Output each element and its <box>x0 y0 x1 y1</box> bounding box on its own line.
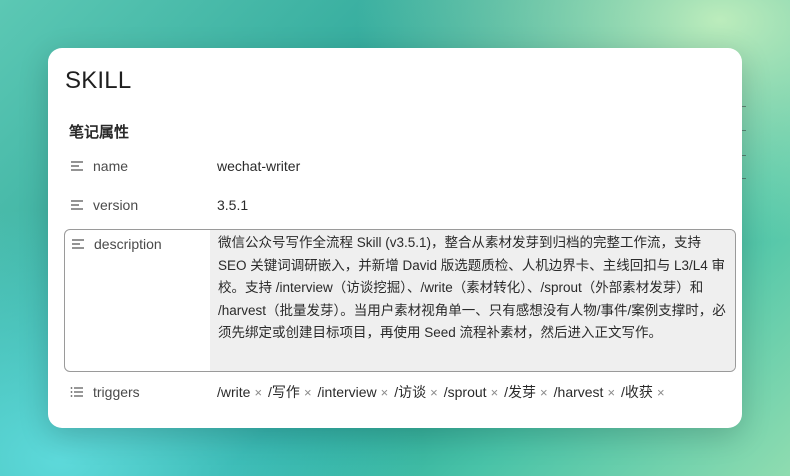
trigger-tag[interactable]: /收获 × <box>621 382 664 402</box>
text-lines-icon <box>72 239 84 249</box>
tag-label: /harvest <box>553 384 604 400</box>
property-key-label: version <box>93 197 139 213</box>
property-key-label: name <box>93 158 129 174</box>
tag-label: /发芽 <box>504 384 537 400</box>
property-row-description: description 微信公众号写作全流程 Skill (v3.5.1)，整合… <box>64 229 736 372</box>
tag-label: /写作 <box>268 384 300 400</box>
tag-label: /interview <box>317 384 377 400</box>
property-key-triggers[interactable]: triggers <box>64 380 210 404</box>
trigger-tag[interactable]: /write × <box>217 384 262 400</box>
note-properties-panel: SKILL 笔记属性 name wechat-writer version 3.… <box>48 48 742 428</box>
tag-label: /sprout <box>443 384 487 400</box>
remove-tag-icon[interactable]: × <box>657 386 665 399</box>
remove-tag-icon[interactable]: × <box>304 386 312 399</box>
tag-label: /收获 <box>621 384 653 400</box>
text-lines-icon <box>71 161 83 171</box>
trigger-tag[interactable]: /访谈 × <box>394 382 437 402</box>
text-lines-icon <box>71 200 83 210</box>
tag-label: /write <box>217 384 251 400</box>
remove-tag-icon[interactable]: × <box>430 386 438 399</box>
remove-tag-icon[interactable]: × <box>254 386 262 399</box>
property-value-name[interactable]: wechat-writer <box>217 154 300 178</box>
property-key-version[interactable]: version <box>64 193 210 217</box>
property-key-label: triggers <box>93 384 140 400</box>
properties-heading: 笔记属性 <box>69 124 130 141</box>
property-key-description[interactable]: description <box>65 232 211 256</box>
trigger-tag-list: /write × /写作 × /interview × /访谈 × /sprou… <box>217 380 671 404</box>
remove-tag-icon[interactable]: × <box>491 386 499 399</box>
property-value-description[interactable]: 微信公众号写作全流程 Skill (v3.5.1)，整合从素材发芽到归档的完整工… <box>210 230 735 371</box>
tag-label: /访谈 <box>394 384 427 400</box>
trigger-tag[interactable]: /发芽 × <box>504 382 547 402</box>
list-icon <box>70 387 83 397</box>
property-value-version[interactable]: 3.5.1 <box>217 193 248 217</box>
remove-tag-icon[interactable]: × <box>381 386 389 399</box>
trigger-tag[interactable]: /interview × <box>318 384 389 400</box>
trigger-tag[interactable]: /写作 × <box>268 382 311 402</box>
property-key-name[interactable]: name <box>64 154 210 178</box>
remove-tag-icon[interactable]: × <box>540 386 548 399</box>
remove-tag-icon[interactable]: × <box>607 386 615 399</box>
property-key-label: description <box>94 236 162 252</box>
trigger-tag[interactable]: /harvest × <box>554 384 615 400</box>
trigger-tag[interactable]: /sprout × <box>444 384 498 400</box>
note-title[interactable]: SKILL <box>65 67 131 95</box>
